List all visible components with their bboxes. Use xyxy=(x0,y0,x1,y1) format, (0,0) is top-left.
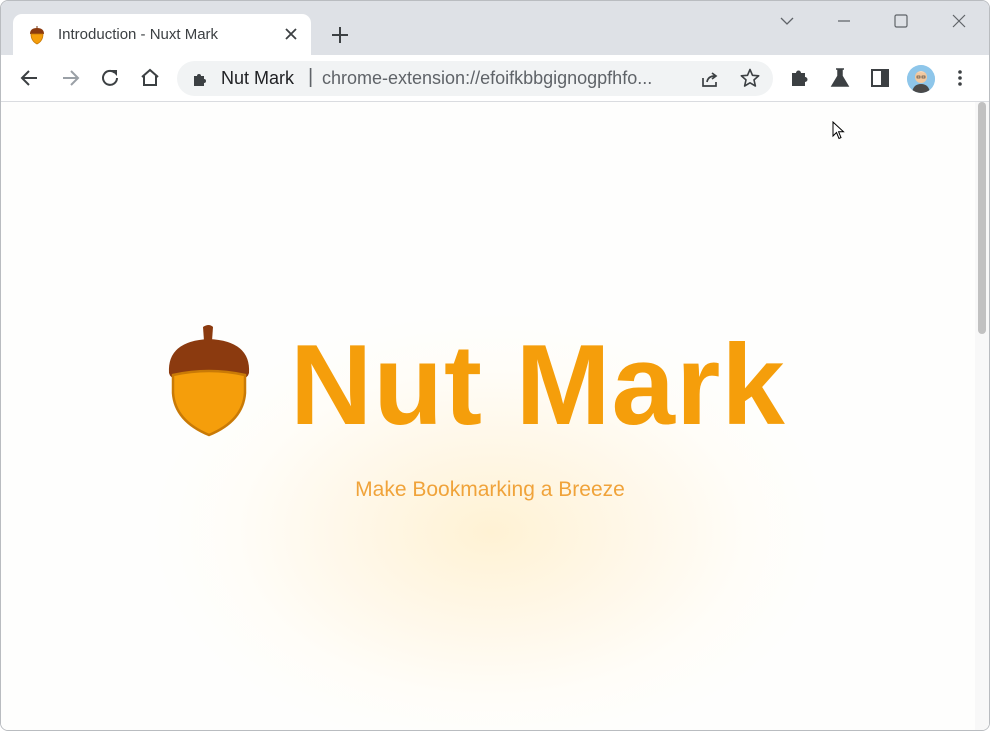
site-name: Nut Mark xyxy=(221,68,295,88)
profile-avatar-icon xyxy=(907,65,935,93)
page-subtitle: Make Bookmarking a Breeze xyxy=(355,478,625,501)
url-separator: | xyxy=(308,66,314,88)
new-tab-icon[interactable] xyxy=(328,23,352,47)
tab-title: Introduction - Nuxt Mark xyxy=(58,26,219,43)
close-tab-icon[interactable] xyxy=(281,24,301,44)
mouse-cursor-icon xyxy=(832,121,845,140)
tab-search-chevron-icon[interactable] xyxy=(773,9,801,33)
maximize-icon[interactable] xyxy=(887,9,915,33)
star-icon[interactable] xyxy=(739,67,761,89)
minimize-icon[interactable] xyxy=(830,9,858,33)
scrollbar-thumb[interactable] xyxy=(978,102,986,334)
vertical-scrollbar[interactable] xyxy=(975,102,989,730)
browser-window: Introduction - Nuxt Mark Nut Mark | chro… xyxy=(0,0,990,731)
tab-strip: Introduction - Nuxt Mark xyxy=(1,1,989,55)
side-panel-icon[interactable] xyxy=(867,65,893,91)
address-bar[interactable]: Nut Mark | chrome-extension://efoifkbbgi… xyxy=(177,61,773,96)
puzzle-icon[interactable] xyxy=(787,65,813,91)
home-icon[interactable] xyxy=(137,65,163,91)
more-menu-icon[interactable] xyxy=(947,65,973,91)
browser-toolbar: Nut Mark | chrome-extension://efoifkbbgi… xyxy=(1,55,989,102)
reload-icon[interactable] xyxy=(97,65,123,91)
labs-icon[interactable] xyxy=(827,65,853,91)
close-window-icon[interactable] xyxy=(945,9,973,33)
url-text[interactable]: chrome-extension://efoifkbbgignogpfhfo..… xyxy=(322,68,652,89)
acorn-logo-icon xyxy=(168,325,250,437)
avatar[interactable] xyxy=(907,65,935,93)
extension-icon xyxy=(194,74,206,86)
share-icon[interactable] xyxy=(699,68,721,90)
acorn-icon xyxy=(30,26,44,45)
tab-introduction[interactable]: Introduction - Nuxt Mark xyxy=(13,14,311,55)
page-title: Nut Mark xyxy=(290,322,786,449)
forward-icon[interactable] xyxy=(57,65,83,91)
back-icon[interactable] xyxy=(17,65,43,91)
